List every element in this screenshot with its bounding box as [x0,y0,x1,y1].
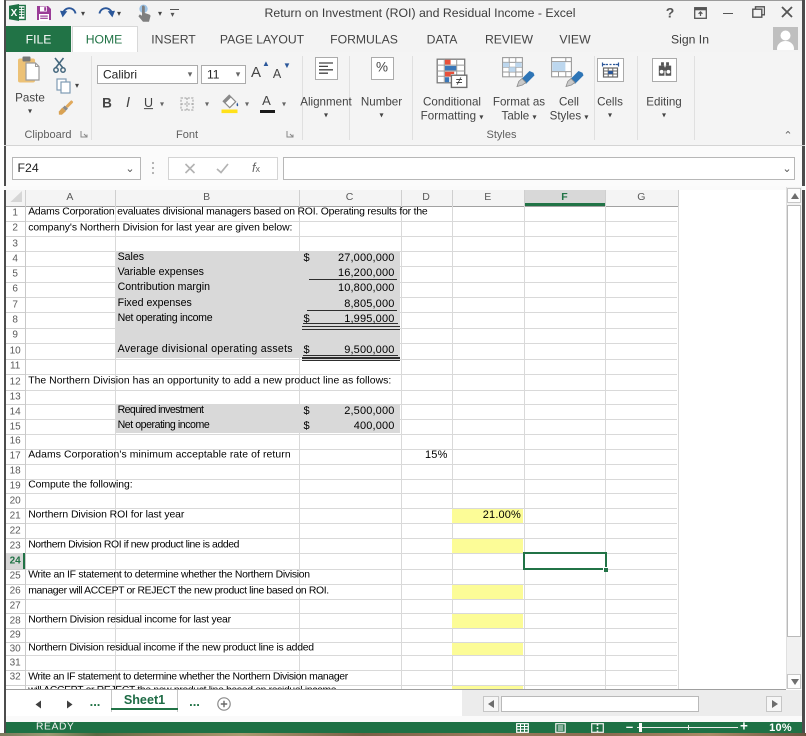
svg-text:X: X [10,8,17,19]
svg-text:≠: ≠ [456,74,463,88]
